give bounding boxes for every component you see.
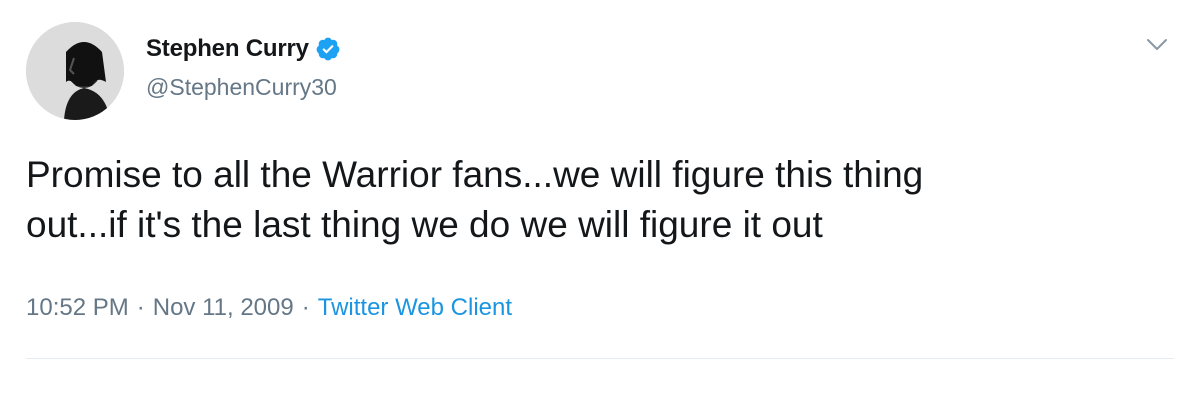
- avatar[interactable]: [26, 22, 124, 120]
- tweet-meta: 10:52 PM · Nov 11, 2009 · Twitter Web Client: [26, 294, 512, 322]
- tweet-time[interactable]: 10:52 PM: [26, 294, 129, 321]
- tweet-source-link[interactable]: Twitter Web Client: [318, 294, 512, 321]
- tweet-text-line-1: Promise to all the Warrior fans...we wil…: [26, 154, 924, 195]
- meta-separator: ·: [301, 294, 310, 321]
- tweet-text-line-2: out...if it's the last thing we do we wi…: [26, 204, 823, 245]
- meta-separator: ·: [136, 294, 145, 321]
- display-name[interactable]: Stephen Curry: [146, 35, 309, 63]
- chevron-down-icon[interactable]: [1146, 38, 1168, 52]
- tweet-card: Stephen Curry @StephenCurry30 Promise to…: [0, 0, 1200, 399]
- tweet-date[interactable]: Nov 11, 2009: [153, 294, 294, 321]
- verified-badge-icon: [315, 36, 341, 62]
- avatar-photo-icon: [26, 22, 124, 120]
- author-name-row[interactable]: Stephen Curry: [146, 33, 341, 65]
- author-handle[interactable]: @StephenCurry30: [146, 74, 337, 101]
- tweet-text: Promise to all the Warrior fans...we wil…: [26, 150, 1176, 250]
- divider: [26, 358, 1174, 359]
